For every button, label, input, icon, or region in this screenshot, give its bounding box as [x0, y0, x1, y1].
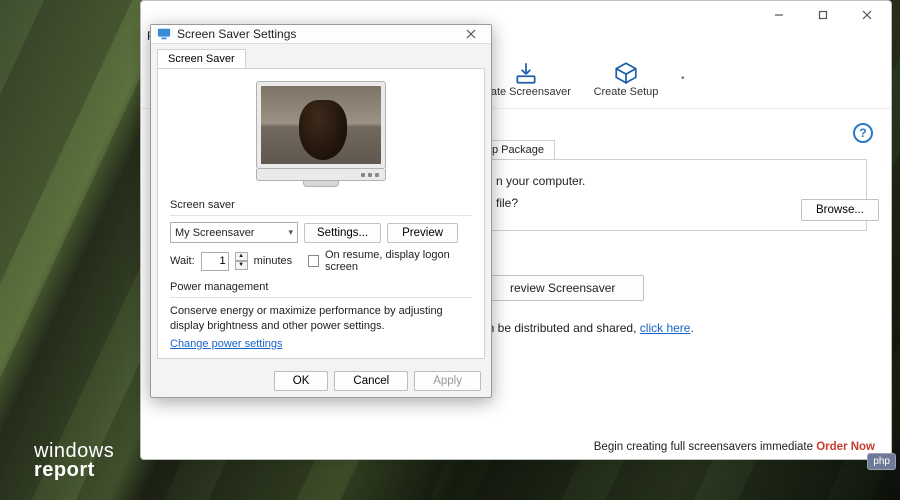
watermark-logo: windowsreport: [34, 442, 114, 480]
order-now-link[interactable]: Order Now: [816, 441, 875, 453]
wait-spin-up[interactable]: ▲: [235, 252, 248, 261]
monitor-icon: [157, 27, 171, 41]
chevron-down-icon: ▾: [288, 227, 293, 238]
dialog-close-button[interactable]: [457, 25, 485, 43]
preview-screensaver-button[interactable]: review Screensaver: [481, 275, 644, 301]
tab-screen-saver[interactable]: Screen Saver: [157, 49, 246, 69]
close-button[interactable]: [847, 3, 887, 27]
tool-create-screensaver[interactable]: reate Screensaver: [481, 60, 571, 98]
toolbar-overflow[interactable]: •: [681, 73, 685, 84]
change-power-settings-link[interactable]: Change power settings: [170, 338, 283, 350]
preview-monitor: [170, 77, 472, 195]
screensaver-preview-image: [261, 86, 381, 164]
resume-checkbox[interactable]: [308, 255, 319, 267]
download-box-icon: [513, 60, 539, 86]
msg-file: file?: [496, 196, 852, 210]
group-power-label: Power management: [170, 281, 472, 293]
wait-input[interactable]: [201, 252, 229, 271]
dialog-titlebar: Screen Saver Settings: [151, 25, 491, 44]
browse-button[interactable]: Browse...: [801, 199, 879, 221]
tool-label: reate Screensaver: [481, 86, 571, 98]
settings-button[interactable]: Settings...: [304, 223, 381, 243]
tool-create-setup[interactable]: Create Setup: [581, 60, 671, 98]
ok-button[interactable]: OK: [274, 371, 329, 391]
preview-button[interactable]: Preview: [387, 223, 458, 243]
minimize-button[interactable]: [759, 3, 799, 27]
msg-computer: n your computer.: [496, 174, 852, 188]
wait-unit: minutes: [254, 255, 293, 267]
cancel-button[interactable]: Cancel: [334, 371, 408, 391]
power-management-text: Conserve energy or maximize performance …: [170, 304, 472, 334]
wait-label: Wait:: [170, 255, 195, 267]
php-badge: php: [867, 453, 896, 470]
dialog-title: Screen Saver Settings: [177, 27, 296, 41]
apply-button[interactable]: Apply: [414, 371, 481, 391]
click-here-link[interactable]: click here: [640, 321, 691, 335]
screensaver-select[interactable]: My Screensaver ▾: [170, 222, 298, 243]
maximize-button[interactable]: [803, 3, 843, 27]
footer-promo: Begin creating full screensavers immedia…: [594, 441, 875, 453]
screensaver-settings-dialog: Screen Saver Settings Screen Saver Scree…: [150, 24, 492, 398]
wait-spin-down[interactable]: ▼: [235, 261, 248, 270]
tool-label: Create Setup: [594, 86, 659, 98]
screensaver-select-value: My Screensaver: [175, 227, 254, 239]
resume-label: On resume, display logon screen: [325, 249, 472, 273]
package-icon: [613, 60, 639, 86]
group-screensaver-label: Screen saver: [170, 199, 472, 211]
tab-package[interactable]: p Package: [481, 140, 555, 160]
distribute-text: an be distributed and shared, click here…: [481, 321, 867, 335]
